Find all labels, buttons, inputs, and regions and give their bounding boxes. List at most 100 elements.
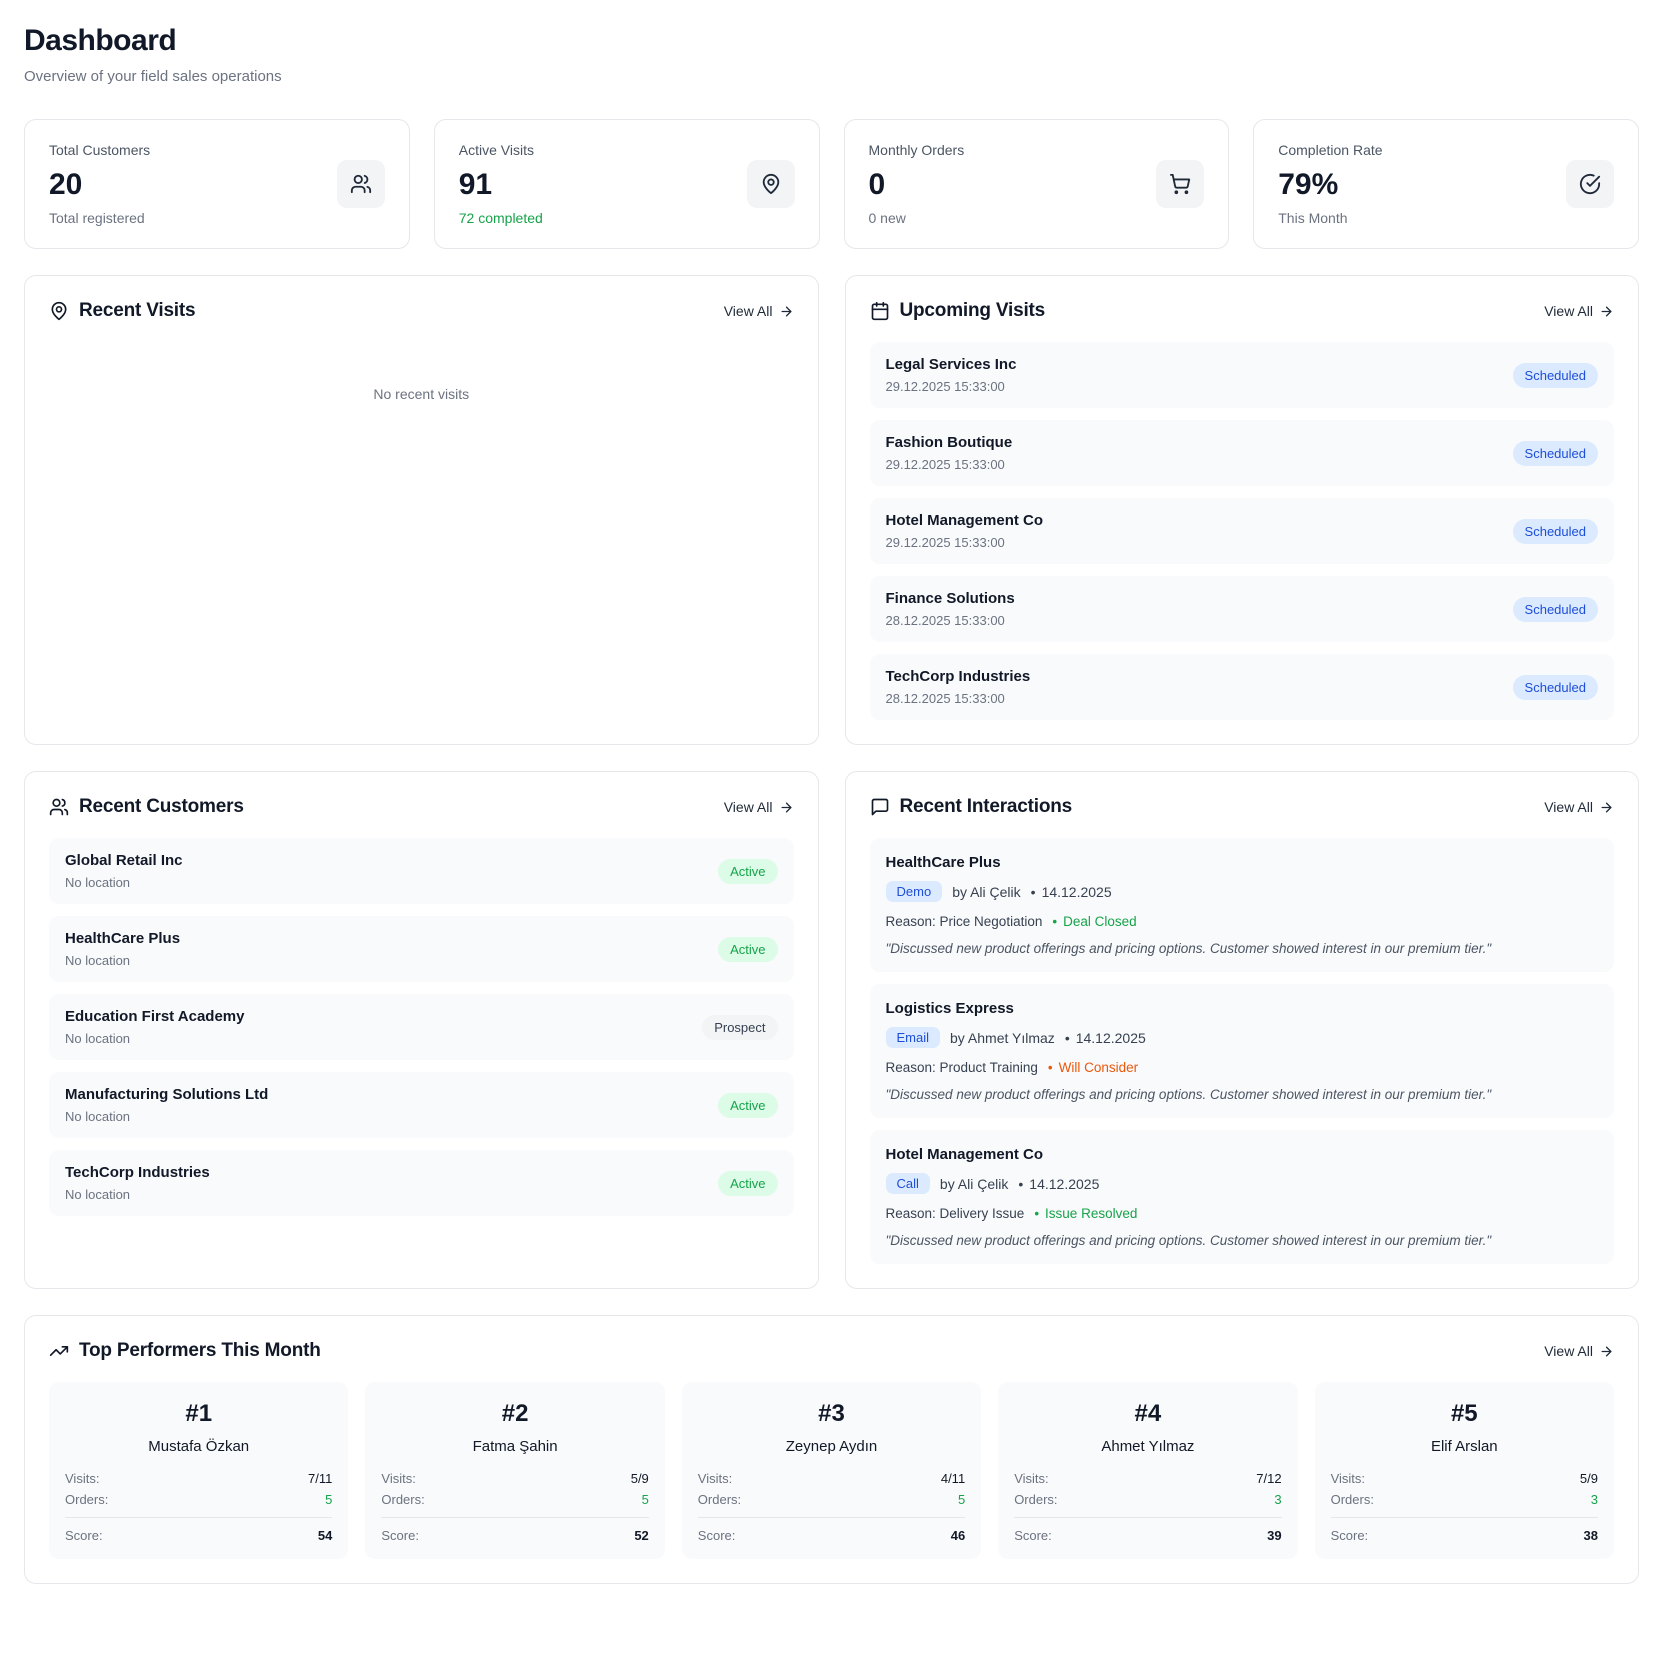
visits-label: Visits: bbox=[1014, 1471, 1048, 1486]
page-title: Dashboard bbox=[24, 24, 1639, 58]
score-label: Score: bbox=[698, 1528, 736, 1543]
recent-visits-view-all-button[interactable]: View All bbox=[724, 303, 794, 319]
interaction-card[interactable]: HealthCare Plus Demo by Ali Çelik 14.12.… bbox=[870, 838, 1615, 972]
customer-row[interactable]: Education First Academy No location Pros… bbox=[49, 994, 794, 1060]
visit-customer-name: Finance Solutions bbox=[886, 590, 1015, 607]
arrow-right-icon bbox=[1599, 304, 1614, 319]
performer-card: #4 Ahmet Yılmaz Visits: 7/12 Orders: 3 S… bbox=[998, 1382, 1297, 1559]
recent-customers-view-all-button[interactable]: View All bbox=[724, 799, 794, 815]
top-performers-view-all-button[interactable]: View All bbox=[1544, 1343, 1614, 1359]
interaction-date: 14.12.2025 bbox=[1065, 1030, 1146, 1046]
calendar-icon bbox=[870, 301, 890, 321]
performer-score: 54 bbox=[318, 1528, 332, 1543]
customers-interactions-row: Recent Customers View All Global Retail … bbox=[24, 771, 1639, 1289]
interaction-note: "Discussed new product offerings and pri… bbox=[886, 941, 1599, 956]
stats-grid: Total Customers 20 Total registered Acti… bbox=[24, 119, 1639, 249]
recent-interactions-panel: Recent Interactions View All HealthCare … bbox=[845, 771, 1640, 1289]
interaction-outcome: Issue Resolved bbox=[1034, 1206, 1137, 1221]
interaction-note: "Discussed new product offerings and pri… bbox=[886, 1087, 1599, 1102]
visits-label: Visits: bbox=[698, 1471, 732, 1486]
arrow-right-icon bbox=[779, 304, 794, 319]
score-label: Score: bbox=[1331, 1528, 1369, 1543]
customer-status-badge: Active bbox=[718, 937, 777, 962]
customer-status-badge: Active bbox=[718, 1171, 777, 1196]
visit-status-badge: Scheduled bbox=[1513, 519, 1598, 544]
upcoming-visits-title: Upcoming Visits bbox=[900, 300, 1046, 322]
performer-name: Ahmet Yılmaz bbox=[1014, 1438, 1281, 1455]
customer-row[interactable]: HealthCare Plus No location Active bbox=[49, 916, 794, 982]
upcoming-visits-list: Legal Services Inc 29.12.2025 15:33:00 S… bbox=[870, 342, 1615, 720]
interaction-author: by Ali Çelik bbox=[940, 1176, 1008, 1192]
performer-name: Zeynep Aydın bbox=[698, 1438, 965, 1455]
visits-label: Visits: bbox=[1331, 1471, 1365, 1486]
performer-card: #1 Mustafa Özkan Visits: 7/11 Orders: 5 … bbox=[49, 1382, 348, 1559]
stat-card: Monthly Orders 0 0 new bbox=[844, 119, 1230, 249]
performer-card: #3 Zeynep Aydın Visits: 4/11 Orders: 5 S… bbox=[682, 1382, 981, 1559]
score-label: Score: bbox=[1014, 1528, 1052, 1543]
stat-card: Total Customers 20 Total registered bbox=[24, 119, 410, 249]
performer-card: #2 Fatma Şahin Visits: 5/9 Orders: 5 Sco… bbox=[365, 1382, 664, 1559]
upcoming-visit-row[interactable]: Hotel Management Co 29.12.2025 15:33:00 … bbox=[870, 498, 1615, 564]
interaction-note: "Discussed new product offerings and pri… bbox=[886, 1233, 1599, 1248]
visit-status-badge: Scheduled bbox=[1513, 675, 1598, 700]
stat-label: Total Customers bbox=[49, 142, 150, 158]
interaction-card[interactable]: Logistics Express Email by Ahmet Yılmaz … bbox=[870, 984, 1615, 1118]
customer-name: HealthCare Plus bbox=[65, 930, 180, 947]
recent-interactions-view-all-button[interactable]: View All bbox=[1544, 799, 1614, 815]
visit-datetime: 28.12.2025 15:33:00 bbox=[886, 691, 1031, 706]
performer-rank: #3 bbox=[698, 1400, 965, 1428]
stat-subtext: 0 new bbox=[869, 210, 965, 226]
stat-texts: Completion Rate 79% This Month bbox=[1278, 142, 1382, 226]
visit-customer-name: Legal Services Inc bbox=[886, 356, 1017, 373]
stat-subtext: This Month bbox=[1278, 210, 1382, 226]
customer-row[interactable]: Global Retail Inc No location Active bbox=[49, 838, 794, 904]
customer-name: Global Retail Inc bbox=[65, 852, 183, 869]
check-circle-icon bbox=[1566, 160, 1614, 208]
visit-datetime: 29.12.2025 15:33:00 bbox=[886, 535, 1044, 550]
stat-card: Completion Rate 79% This Month bbox=[1253, 119, 1639, 249]
upcoming-visit-row[interactable]: Finance Solutions 28.12.2025 15:33:00 Sc… bbox=[870, 576, 1615, 642]
upcoming-visits-view-all-button[interactable]: View All bbox=[1544, 303, 1614, 319]
map-pin-icon bbox=[49, 301, 69, 321]
interaction-outcome: Deal Closed bbox=[1052, 914, 1136, 929]
customer-location: No location bbox=[65, 1109, 268, 1124]
users-icon bbox=[49, 797, 69, 817]
interaction-author: by Ahmet Yılmaz bbox=[950, 1030, 1055, 1046]
customer-name: Education First Academy bbox=[65, 1008, 245, 1025]
customer-location: No location bbox=[65, 875, 183, 890]
stat-subtext: Total registered bbox=[49, 210, 150, 226]
customer-row[interactable]: TechCorp Industries No location Active bbox=[49, 1150, 794, 1216]
visits-label: Visits: bbox=[381, 1471, 415, 1486]
upcoming-visit-row[interactable]: TechCorp Industries 28.12.2025 15:33:00 … bbox=[870, 654, 1615, 720]
performer-rank: #2 bbox=[381, 1400, 648, 1428]
interaction-customer-name: Logistics Express bbox=[886, 1000, 1599, 1017]
upcoming-visit-row[interactable]: Legal Services Inc 29.12.2025 15:33:00 S… bbox=[870, 342, 1615, 408]
visit-customer-name: Fashion Boutique bbox=[886, 434, 1013, 451]
stat-value: 0 bbox=[869, 168, 965, 202]
upcoming-visit-row[interactable]: Fashion Boutique 29.12.2025 15:33:00 Sch… bbox=[870, 420, 1615, 486]
interaction-reason: Reason: Product Training bbox=[886, 1060, 1038, 1075]
performer-visits: 7/12 bbox=[1256, 1471, 1281, 1486]
performer-score: 38 bbox=[1584, 1528, 1598, 1543]
performer-name: Fatma Şahin bbox=[381, 1438, 648, 1455]
interaction-reason: Reason: Price Negotiation bbox=[886, 914, 1043, 929]
performer-rank: #1 bbox=[65, 1400, 332, 1428]
performer-card: #5 Elif Arslan Visits: 5/9 Orders: 3 Sco… bbox=[1315, 1382, 1614, 1559]
customer-row[interactable]: Manufacturing Solutions Ltd No location … bbox=[49, 1072, 794, 1138]
performer-visits: 7/11 bbox=[308, 1471, 332, 1486]
interaction-type-badge: Email bbox=[886, 1027, 941, 1048]
customer-location: No location bbox=[65, 953, 180, 968]
interaction-customer-name: Hotel Management Co bbox=[886, 1146, 1599, 1163]
customer-location: No location bbox=[65, 1187, 210, 1202]
interaction-type-badge: Call bbox=[886, 1173, 930, 1194]
performer-visits: 5/9 bbox=[631, 1471, 649, 1486]
users-icon bbox=[337, 160, 385, 208]
performer-visits: 5/9 bbox=[1580, 1471, 1598, 1486]
arrow-right-icon bbox=[1599, 800, 1614, 815]
performer-name: Mustafa Özkan bbox=[65, 1438, 332, 1455]
stat-value: 79% bbox=[1278, 168, 1382, 202]
interaction-card[interactable]: Hotel Management Co Call by Ali Çelik 14… bbox=[870, 1130, 1615, 1264]
customer-location: No location bbox=[65, 1031, 245, 1046]
customer-status-badge: Prospect bbox=[702, 1015, 777, 1040]
performer-visits: 4/11 bbox=[941, 1471, 965, 1486]
